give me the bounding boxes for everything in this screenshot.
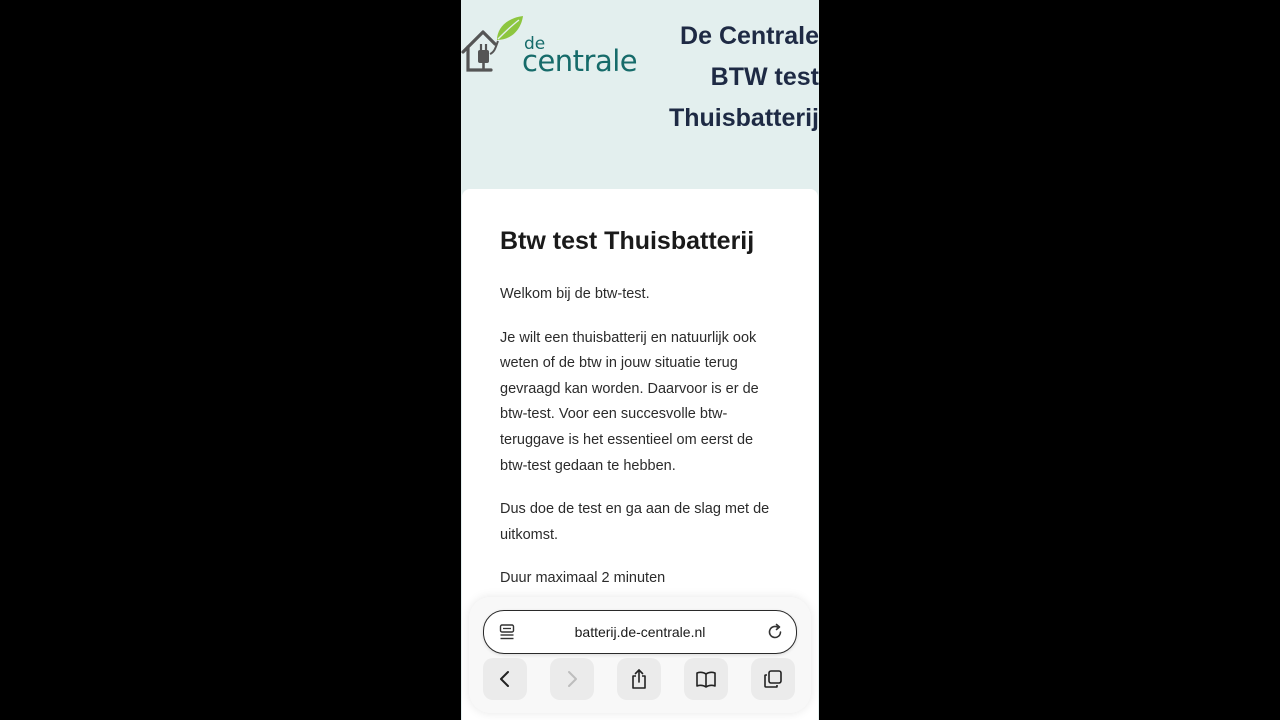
intro-paragraph-call-to-action: Dus doe de test en ga aan de slag met de… [500, 501, 770, 543]
tabs-button[interactable] [751, 658, 795, 700]
intro-paragraph-explanation: Je wilt een thuisbatterij en natuurlijk … [500, 329, 759, 474]
book-icon [696, 671, 716, 688]
share-icon [632, 669, 646, 689]
share-button[interactable] [617, 658, 661, 700]
header-title-line-3: Thuisbatterij [668, 104, 819, 132]
phone-screen: de centrale De Centrale BTW test Thuisba… [461, 0, 819, 720]
address-bar[interactable]: batterij.de-centrale.nl [483, 610, 797, 654]
browser-toolbar: batterij.de-centrale.nl [469, 597, 811, 713]
bookmarks-button[interactable] [684, 658, 728, 700]
intro-paragraph-duration: Duur maximaal 2 minuten [500, 570, 666, 587]
intro-paragraph-welcome: Welkom bij de btw-test. [500, 286, 650, 302]
house-plug-icon [461, 16, 523, 72]
reload-icon[interactable] [766, 623, 784, 646]
page-title: Btw test Thuisbatterij [500, 227, 755, 255]
tabs-icon [764, 670, 782, 688]
chevron-left-icon [500, 671, 509, 687]
header-title: De Centrale BTW test Thuisbatterij [619, 16, 819, 139]
forward-button[interactable] [550, 658, 594, 700]
intro-text: Welkom bij de btw-test. Je wilt een thui… [500, 282, 782, 610]
chevron-right-icon [568, 671, 577, 687]
site-header: de centrale De Centrale BTW test Thuisba… [461, 0, 819, 188]
header-title-line-2: BTW test [710, 63, 819, 91]
header-title-line-1: De Centrale [680, 22, 819, 50]
back-button[interactable] [483, 658, 527, 700]
url-text[interactable]: batterij.de-centrale.nl [484, 624, 796, 640]
